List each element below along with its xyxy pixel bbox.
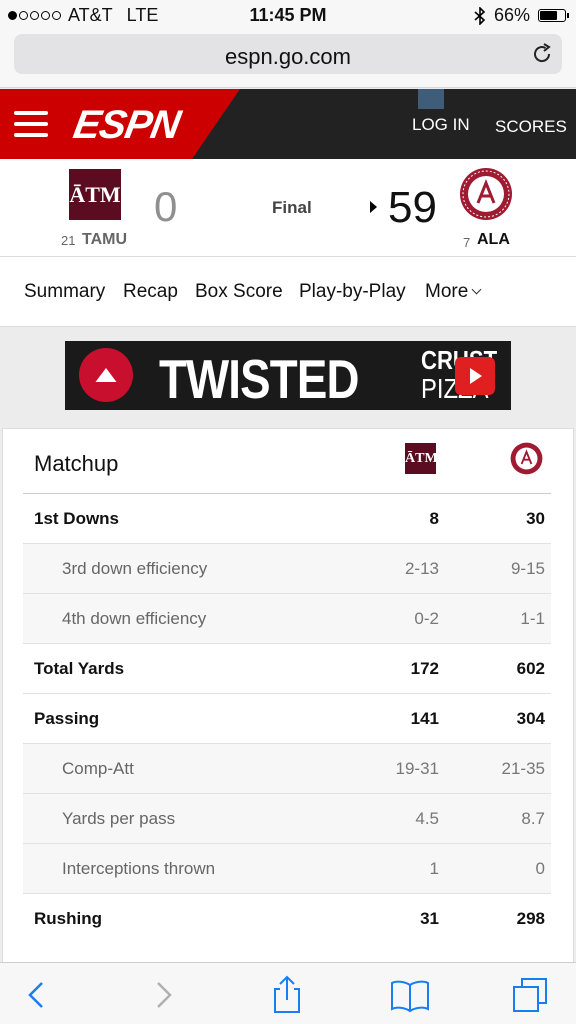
tab-more-label: More — [425, 281, 469, 302]
browser-address-area: espn.go.com — [0, 30, 576, 88]
stat-label: 4th down efficiency — [62, 609, 207, 628]
game-tabs: Summary Recap Box Score Play-by-Play Mor… — [0, 257, 576, 327]
tab-play-by-play[interactable]: Play-by-Play — [299, 281, 406, 303]
stat-away-value: 19-31 — [395, 759, 439, 778]
stat-home-value: 298 — [516, 909, 545, 928]
tab-recap[interactable]: Recap — [123, 281, 178, 303]
tab-box-score[interactable]: Box Score — [195, 281, 283, 303]
battery-icon — [538, 9, 569, 22]
address-bar[interactable]: espn.go.com — [14, 34, 562, 74]
site-header: ESPN LOG IN SCORES — [0, 89, 576, 159]
stat-home-value: 304 — [516, 709, 545, 728]
tamu-mini-logo: ĀTM — [405, 443, 438, 474]
pizza-hut-logo-icon — [79, 348, 133, 402]
stat-label: Rushing — [34, 909, 102, 928]
stat-label: 1st Downs — [34, 509, 120, 528]
battery-percent: 66% — [493, 5, 530, 25]
stat-row: Total Yards 172 602 — [23, 643, 551, 693]
share-icon[interactable] — [267, 975, 307, 1015]
game-status: Final — [272, 198, 312, 217]
stat-away-value: 141 — [410, 709, 439, 728]
stat-away-value: 4.5 — [415, 809, 439, 828]
stat-label: Passing — [34, 709, 100, 728]
bookmarks-icon[interactable] — [390, 975, 430, 1015]
game-scoreboard: ĀTM 0 21 TAMU Final 59 7 ALA — [0, 159, 576, 257]
away-score: 0 — [154, 183, 178, 230]
url-text[interactable]: espn.go.com — [14, 44, 562, 70]
stat-label: Total Yards — [34, 659, 125, 678]
alabama-logo[interactable] — [459, 167, 513, 221]
stat-home-value: 8.7 — [521, 809, 545, 828]
ad-banner[interactable]: TWISTED CRUST PIZZA — [65, 341, 511, 410]
back-icon[interactable] — [16, 975, 56, 1015]
espn-logo[interactable]: ESPN — [70, 103, 183, 148]
stat-row: Rushing 31 298 — [23, 893, 551, 943]
status-bar: AT&T LTE 11:45 PM 66% — [0, 0, 576, 30]
stat-row: Passing 141 304 — [23, 693, 551, 743]
scores-link[interactable]: SCORES — [495, 117, 567, 137]
matchup-title: Matchup — [34, 451, 119, 476]
ad-choices-icon[interactable] — [418, 89, 444, 109]
stat-away-value: 0-2 — [414, 609, 439, 628]
stat-label: Interceptions thrown — [62, 859, 216, 878]
stat-label: 3rd down efficiency — [62, 559, 208, 578]
tabs-icon[interactable] — [512, 975, 552, 1015]
stat-home-value: 0 — [535, 859, 545, 878]
stat-home-value: 30 — [526, 509, 545, 528]
hamburger-menu-icon[interactable] — [14, 111, 48, 137]
stat-row: 1st Downs 8 30 — [23, 493, 551, 543]
bluetooth-icon — [474, 6, 486, 25]
alabama-mini-logo — [510, 442, 543, 475]
matchup-card: Matchup ĀTM 1st Downs 8 30 3rd down efficie… — [2, 428, 574, 968]
stat-row: 3rd down efficiency 2-13 9-15 — [23, 543, 551, 593]
battery-level — [540, 11, 558, 20]
tab-more[interactable]: More — [425, 281, 482, 303]
stat-away-value: 172 — [410, 659, 439, 678]
stat-away-value: 8 — [429, 509, 439, 528]
home-team-abbr[interactable]: ALA — [477, 231, 510, 249]
tamu-logo[interactable]: ĀTM — [69, 169, 121, 220]
matchup-stats-table: 1st Downs 8 30 3rd down efficiency 2-13 9-15 4… — [23, 493, 551, 943]
stat-home-value: 602 — [516, 659, 545, 678]
away-team-abbr[interactable]: TAMU — [82, 231, 127, 249]
stat-home-value: 1-1 — [520, 609, 545, 628]
stat-row: Yards per pass 4.5 8.7 — [23, 793, 551, 843]
stat-away-value: 2-13 — [404, 559, 439, 578]
home-rank: 7 — [463, 235, 471, 250]
stat-label: Yards per pass — [62, 809, 176, 828]
winner-indicator-icon — [370, 201, 377, 213]
forward-icon[interactable] — [142, 975, 182, 1015]
chevron-down-icon — [471, 284, 482, 295]
ad-headline: TWISTED — [159, 348, 359, 410]
stat-home-value: 9-15 — [510, 559, 545, 578]
play-icon[interactable] — [455, 357, 495, 395]
away-rank: 21 — [61, 233, 76, 248]
stat-label: Comp-Att — [62, 759, 134, 778]
tab-summary[interactable]: Summary — [24, 281, 105, 303]
reload-icon[interactable] — [530, 42, 554, 66]
stat-row: Interceptions thrown 1 0 — [23, 843, 551, 893]
stat-row: 4th down efficiency 0-2 1-1 — [23, 593, 551, 643]
stat-away-value: 31 — [420, 909, 439, 928]
home-score: 59 — [388, 183, 437, 232]
stat-row: Comp-Att 19-31 21-35 — [23, 743, 551, 793]
stat-home-value: 21-35 — [501, 759, 545, 778]
stat-away-value: 1 — [429, 859, 439, 878]
browser-toolbar — [0, 962, 576, 1024]
login-link[interactable]: LOG IN — [412, 115, 470, 135]
